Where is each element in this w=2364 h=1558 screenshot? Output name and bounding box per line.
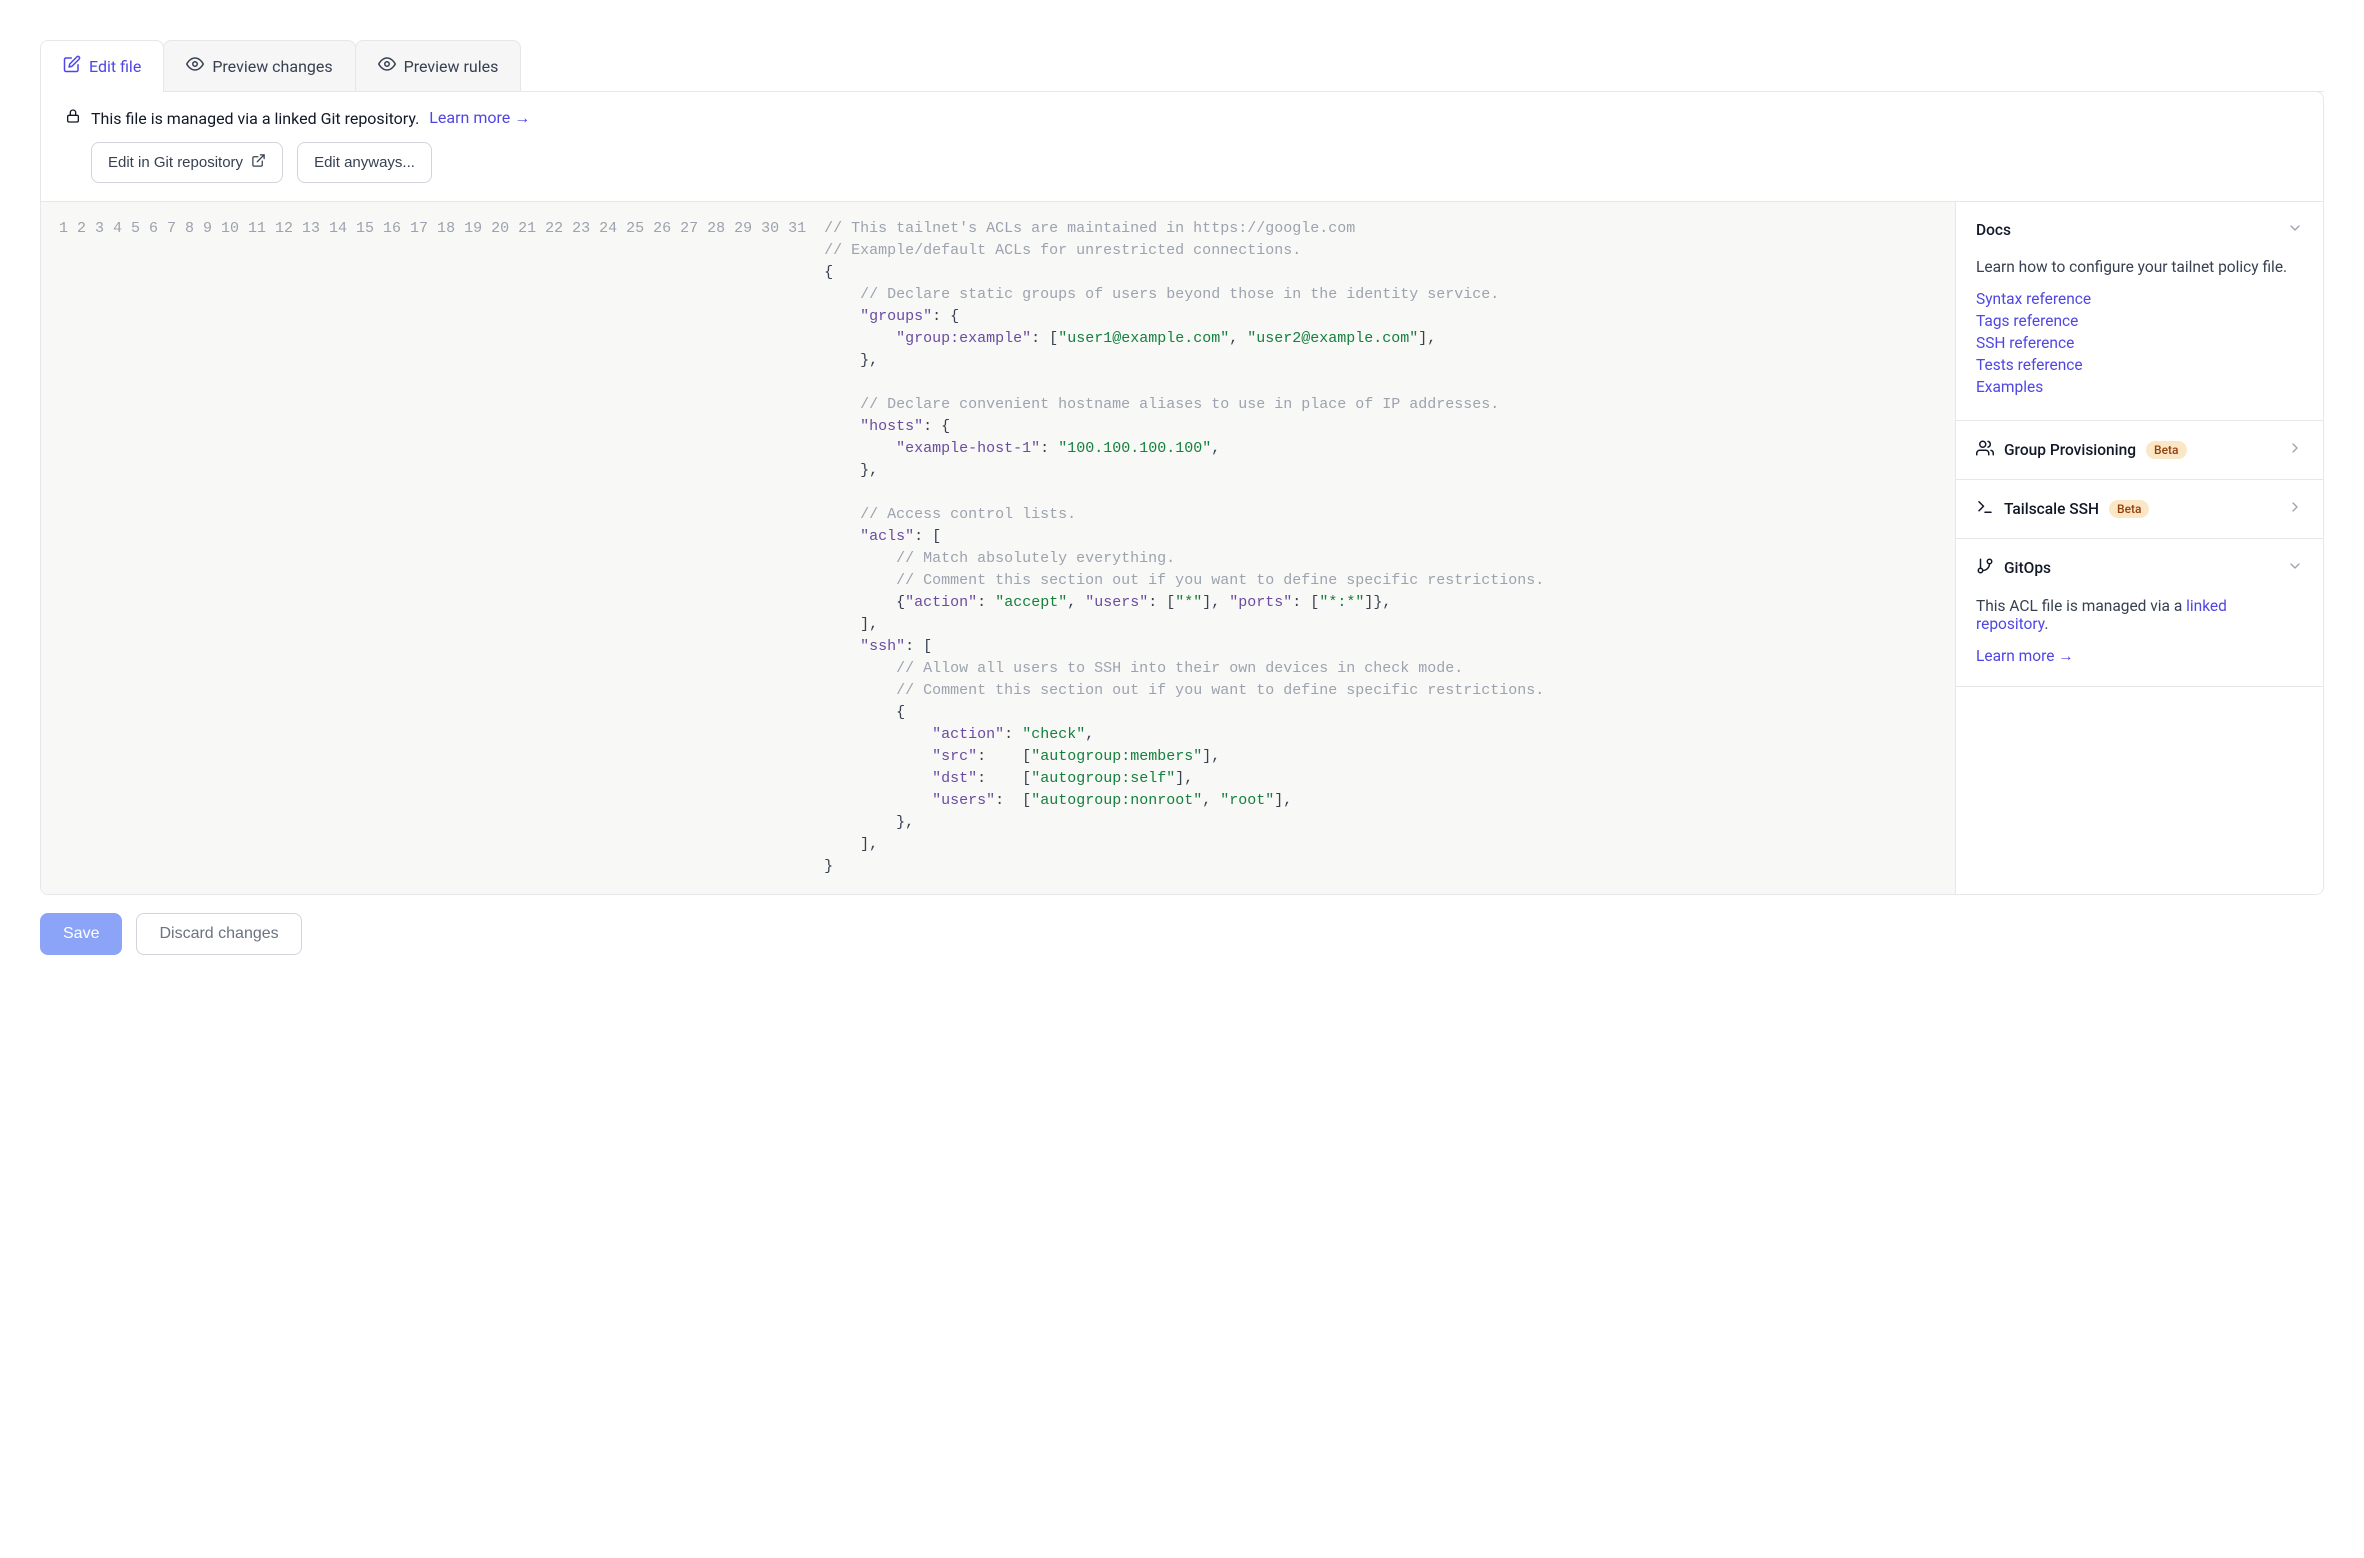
terminal-icon	[1976, 498, 1994, 520]
sidebar-header-docs[interactable]: Docs	[1956, 202, 2323, 258]
git-managed-notice: This file is managed via a linked Git re…	[41, 92, 2323, 201]
external-link-icon	[251, 153, 266, 172]
section-title: GitOps	[2004, 559, 2051, 577]
sidebar-section-docs: Docs Learn how to configure your tailnet…	[1956, 202, 2323, 421]
footer-actions: Save Discard changes	[40, 913, 2324, 955]
tab-label: Edit file	[89, 57, 141, 76]
line-number-gutter: 1 2 3 4 5 6 7 8 9 10 11 12 13 14 15 16 1…	[41, 202, 816, 894]
sidebar-section-gitops: GitOps This ACL file is managed via a li…	[1956, 539, 2323, 687]
tab-edit-file[interactable]: Edit file	[40, 40, 164, 91]
button-label: Edit anyways...	[314, 154, 415, 171]
tab-label: Preview rules	[404, 57, 499, 76]
docs-link[interactable]: Examples	[1976, 378, 2043, 396]
code-editor[interactable]: 1 2 3 4 5 6 7 8 9 10 11 12 13 14 15 16 1…	[41, 202, 1955, 894]
lock-icon	[65, 108, 81, 128]
beta-badge: Beta	[2146, 441, 2186, 459]
docs-link[interactable]: SSH reference	[1976, 334, 2074, 352]
code-content[interactable]: // This tailnet's ACLs are maintained in…	[816, 202, 1564, 894]
sidebar-section-tailscale-ssh: Tailscale SSH Beta	[1956, 480, 2323, 539]
docs-link[interactable]: Tests reference	[1976, 356, 2083, 374]
button-label: Edit in Git repository	[108, 154, 243, 171]
docs-link[interactable]: Tags reference	[1976, 312, 2078, 330]
notice-text: This file is managed via a linked Git re…	[91, 109, 419, 128]
chevron-down-icon	[2287, 220, 2303, 240]
beta-badge: Beta	[2109, 500, 2149, 518]
docs-link-list: Syntax reference Tags reference SSH refere…	[1976, 290, 2303, 396]
git-branch-icon	[1976, 557, 1994, 579]
docs-sidebar: Docs Learn how to configure your tailnet…	[1955, 202, 2323, 894]
docs-intro: Learn how to configure your tailnet poli…	[1976, 258, 2303, 276]
tab-preview-changes[interactable]: Preview changes	[163, 40, 355, 91]
edit-anyways-button[interactable]: Edit anyways...	[297, 142, 432, 183]
docs-link[interactable]: Syntax reference	[1976, 290, 2091, 308]
edit-in-git-button[interactable]: Edit in Git repository	[91, 142, 283, 183]
editor-tabs: Edit file Preview changes Preview rules	[40, 40, 2324, 92]
chevron-right-icon	[2287, 440, 2303, 460]
learn-more-link[interactable]: Learn more →	[429, 108, 530, 128]
section-title: Docs	[1976, 221, 2011, 239]
sidebar-header-tailscale-ssh[interactable]: Tailscale SSH Beta	[1956, 480, 2323, 538]
sidebar-header-gitops[interactable]: GitOps	[1956, 539, 2323, 597]
sidebar-section-group-provisioning: Group Provisioning Beta	[1956, 421, 2323, 480]
section-title: Tailscale SSH	[2004, 500, 2099, 518]
sidebar-header-group-provisioning[interactable]: Group Provisioning Beta	[1956, 421, 2323, 479]
chevron-right-icon	[2287, 499, 2303, 519]
gitops-body: This ACL file is managed via a linked re…	[1976, 597, 2303, 633]
tab-label: Preview changes	[212, 57, 332, 76]
eye-icon	[378, 55, 396, 77]
chevron-down-icon	[2287, 558, 2303, 578]
users-icon	[1976, 439, 1994, 461]
discard-changes-button[interactable]: Discard changes	[136, 913, 301, 955]
eye-icon	[186, 55, 204, 77]
editor-panel: This file is managed via a linked Git re…	[40, 91, 2324, 895]
edit-icon	[63, 55, 81, 77]
tab-preview-rules[interactable]: Preview rules	[355, 40, 522, 91]
gitops-learn-more-link[interactable]: Learn more →	[1976, 647, 2074, 665]
section-title: Group Provisioning	[2004, 441, 2136, 459]
save-button[interactable]: Save	[40, 913, 122, 955]
